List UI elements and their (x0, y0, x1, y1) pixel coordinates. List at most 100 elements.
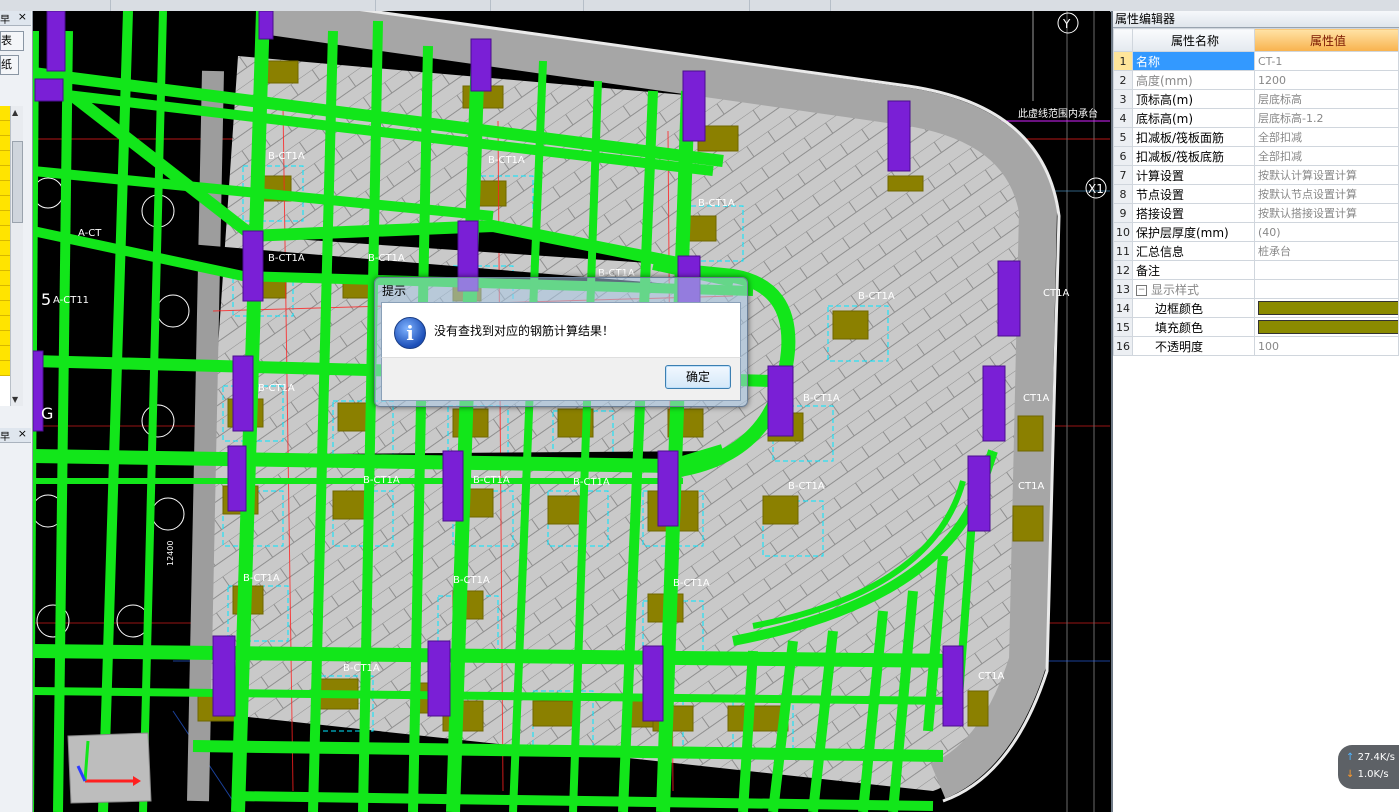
table-row[interactable]: 8 节点设置 按默认节点设置计算 (1113, 184, 1399, 204)
table-row[interactable]: 5 扣减板/筏板面筋 全部扣减 (1113, 127, 1399, 147)
list-item[interactable] (0, 166, 10, 181)
property-value[interactable]: 按默认节点设置计算 (1254, 184, 1399, 204)
property-name-group[interactable]: − 显示样式 (1132, 279, 1255, 299)
column-header-value: 属性值 (1254, 28, 1399, 52)
property-name[interactable]: 顶标高(m) (1132, 89, 1255, 109)
list-item[interactable] (0, 121, 10, 136)
table-row[interactable]: 10 保护层厚度(mm) (40) (1113, 222, 1399, 242)
table-row[interactable]: 11 汇总信息 桩承台 (1113, 241, 1399, 261)
tag-b-ct1a: B-CT1A (258, 383, 295, 394)
list-item[interactable] (0, 271, 10, 286)
property-value[interactable]: 桩承台 (1254, 241, 1399, 261)
structure-drawing[interactable]: Y X1 此虚线范围内承台 A-CT A-CT11 5 G B-CT1A B-C… (33, 11, 1110, 812)
property-name[interactable]: 边框颜色 (1132, 298, 1255, 318)
tag-left-g: G (41, 404, 53, 423)
list-item[interactable] (0, 331, 10, 346)
dialog-body: i 没有查找到对应的钢筋计算结果！ (381, 302, 741, 358)
drawing-tab-button[interactable]: 纸 (0, 55, 19, 75)
property-name[interactable]: 名称 (1132, 51, 1255, 71)
list-item[interactable] (0, 241, 10, 256)
3d-viewport[interactable]: Y X1 此虚线范围内承台 A-CT A-CT11 5 G B-CT1A B-C… (33, 11, 1110, 812)
scroll-down-icon[interactable]: ▼ (12, 395, 18, 404)
list-item[interactable] (0, 226, 10, 241)
property-name[interactable]: 搭接设置 (1132, 203, 1255, 223)
table-row[interactable]: 4 底标高(m) 层底标高-1.2 (1113, 108, 1399, 128)
list-item[interactable] (0, 346, 10, 361)
border-color-value[interactable] (1254, 298, 1399, 318)
close-icon[interactable]: × (18, 427, 27, 440)
fill-color-value[interactable] (1254, 317, 1399, 337)
table-row[interactable]: 15 填充颜色 (1113, 317, 1399, 337)
property-value[interactable]: 按默认计算设置计算 (1254, 165, 1399, 185)
tag-ct1a: CT1A (1043, 288, 1069, 299)
property-value[interactable]: 层底标高 (1254, 89, 1399, 109)
property-name[interactable]: 高度(mm) (1132, 70, 1255, 90)
table-row[interactable]: 12 备注 (1113, 260, 1399, 280)
left-panel-header-label: 早 (0, 432, 10, 443)
property-name[interactable]: 填充颜色 (1132, 317, 1255, 337)
property-value[interactable] (1254, 279, 1399, 299)
list-item[interactable] (0, 361, 10, 376)
list-item[interactable] (0, 151, 10, 166)
property-name[interactable]: 不透明度 (1132, 336, 1255, 356)
table-row[interactable]: 6 扣减板/筏板底筋 全部扣减 (1113, 146, 1399, 166)
property-value[interactable]: 全部扣减 (1254, 146, 1399, 166)
property-value[interactable]: 100 (1254, 336, 1399, 356)
list-item[interactable] (0, 301, 10, 316)
property-name[interactable]: 备注 (1132, 260, 1255, 280)
tag-ct1a: CT1A (1018, 481, 1044, 492)
left-dock-panel: 早 × 表 纸 ▲ ▼ 早 × (0, 10, 33, 812)
list-item[interactable] (0, 136, 10, 151)
table-row[interactable]: 16 不透明度 100 (1113, 336, 1399, 356)
property-name[interactable]: 底标高(m) (1132, 108, 1255, 128)
list-item[interactable] (0, 256, 10, 271)
property-name[interactable]: 节点设置 (1132, 184, 1255, 204)
property-name[interactable]: 保护层厚度(mm) (1132, 222, 1255, 242)
table-row[interactable]: 3 顶标高(m) 层底标高 (1113, 89, 1399, 109)
list-item[interactable] (0, 211, 10, 226)
table-row[interactable]: 14 边框颜色 (1113, 298, 1399, 318)
color-swatch[interactable] (1258, 320, 1398, 334)
table-row[interactable]: 2 高度(mm) 1200 (1113, 70, 1399, 90)
download-speed-value: 1.0K/s (1357, 769, 1389, 780)
property-value[interactable]: 层底标高-1.2 (1254, 108, 1399, 128)
left-scrollbar[interactable]: ▲ ▼ (10, 106, 23, 406)
list-item[interactable] (0, 316, 10, 331)
row-number: 4 (1113, 108, 1133, 128)
list-item[interactable] (0, 106, 10, 121)
network-speed-widget[interactable]: ↑ 27.4K/s ↓ 1.0K/s (1338, 745, 1399, 789)
property-value[interactable] (1254, 260, 1399, 280)
info-icon: i (394, 317, 426, 349)
header-corner (1113, 28, 1133, 52)
tab-button[interactable]: 表 (0, 31, 24, 51)
table-row[interactable]: 1 名称 CT-1 (1113, 51, 1399, 71)
scroll-thumb[interactable] (12, 141, 23, 223)
scroll-up-icon[interactable]: ▲ (12, 108, 18, 117)
list-item[interactable] (0, 181, 10, 196)
ok-button[interactable]: 确定 (665, 365, 731, 389)
tag-b-ct1a: B-CT1A (343, 663, 380, 674)
property-value[interactable]: 全部扣减 (1254, 127, 1399, 147)
list-item[interactable] (0, 286, 10, 301)
property-name[interactable]: 扣减板/筏板底筋 (1132, 146, 1255, 166)
property-name[interactable]: 汇总信息 (1132, 241, 1255, 261)
row-number: 1 (1113, 51, 1133, 71)
tag-a-ct11: A-CT11 (53, 295, 89, 306)
table-row[interactable]: 7 计算设置 按默认计算设置计算 (1113, 165, 1399, 185)
table-row[interactable]: 13 − 显示样式 (1113, 279, 1399, 299)
component-list[interactable] (0, 106, 10, 406)
color-swatch[interactable] (1258, 301, 1398, 315)
list-item[interactable] (0, 196, 10, 211)
property-name[interactable]: 计算设置 (1132, 165, 1255, 185)
property-value[interactable]: 1200 (1254, 70, 1399, 90)
property-value[interactable]: 按默认搭接设置计算 (1254, 203, 1399, 223)
close-icon[interactable]: × (18, 10, 27, 23)
property-name[interactable]: 扣减板/筏板面筋 (1132, 127, 1255, 147)
property-value[interactable]: CT-1 (1254, 51, 1399, 71)
table-row[interactable]: 9 搭接设置 按默认搭接设置计算 (1113, 203, 1399, 223)
collapse-icon[interactable]: − (1136, 284, 1147, 296)
property-value[interactable]: (40) (1254, 222, 1399, 242)
tag-ct1a: CT1A (978, 671, 1004, 682)
tag-b-ct1a: B-CT1A (488, 155, 525, 166)
property-table[interactable]: 属性名称 属性值 1 名称 CT-1 2 高度(mm) 1200 3 顶标高(m… (1113, 28, 1399, 356)
